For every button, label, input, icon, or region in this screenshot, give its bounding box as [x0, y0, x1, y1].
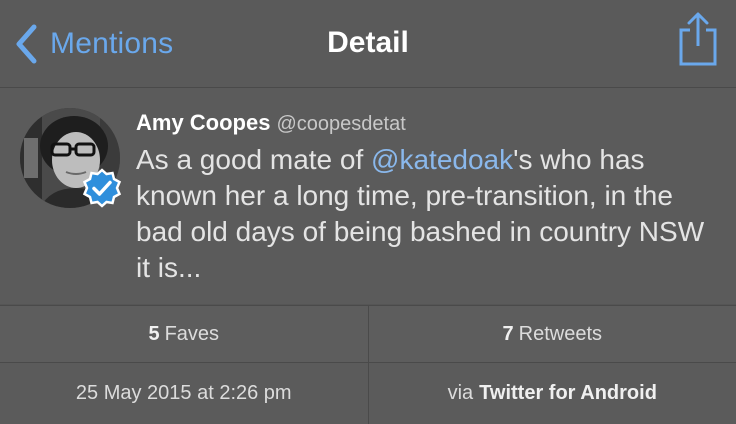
client-name[interactable]: Twitter for Android [479, 382, 657, 405]
tweet-meta: 25 May 2015 at 2:26 pm via Twitter for An… [0, 363, 736, 424]
tweet-text: As a good mate of @katedoak's who has kn… [136, 142, 716, 286]
mention-link[interactable]: @katedoak [371, 144, 513, 175]
retweets-stat[interactable]: 7 Retweets [367, 306, 736, 362]
author-line: Amy Coopes @coopesdetat [136, 110, 406, 136]
tweet-detail: Amy Coopes @coopesdetat As a good mate of… [0, 88, 736, 304]
faves-label: Faves [164, 322, 220, 345]
tweet-text-start: As a good mate of [136, 144, 372, 175]
page-title: Detail [327, 26, 409, 59]
verified-badge-icon [82, 168, 122, 208]
timestamp: 25 May 2015 at 2:26 pm [75, 382, 292, 404]
tweet-stats: 5 Faves 7 Retweets [0, 305, 736, 363]
retweets-count: 7 [502, 322, 514, 345]
share-icon [676, 12, 720, 72]
retweets-label: Retweets [518, 322, 602, 345]
via-label: via [447, 382, 474, 404]
faves-stat[interactable]: 5 Faves [0, 306, 368, 362]
faves-count: 5 [148, 322, 160, 345]
author-handle[interactable]: @coopesdetat [276, 113, 405, 135]
share-button[interactable] [676, 10, 720, 68]
author-name[interactable]: Amy Coopes [136, 110, 270, 135]
source-client: via Twitter for Android [367, 363, 736, 424]
navigation-bar: Mentions Detail [0, 0, 736, 88]
